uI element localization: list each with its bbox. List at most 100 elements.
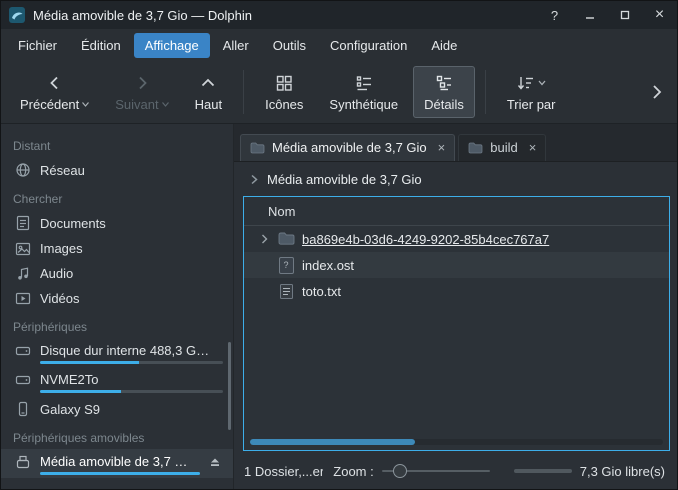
up-button[interactable]: Haut <box>184 66 233 118</box>
sort-dropdown-caret <box>538 80 546 86</box>
sidebar-item-nvme2to[interactable]: NVME2To <box>1 367 233 396</box>
sidebar-item-videos[interactable]: Vidéos <box>1 286 233 311</box>
window-body: Distant Réseau Chercher Documents Images <box>1 124 677 489</box>
maximize-icon <box>620 10 630 20</box>
chevron-right-icon <box>651 84 663 100</box>
folder-icon <box>468 142 483 154</box>
chevron-right-icon <box>250 174 258 185</box>
breadcrumb: Média amovible de 3,7 Gio <box>234 162 677 196</box>
image-icon <box>15 242 31 256</box>
menu-outils[interactable]: Outils <box>262 33 317 58</box>
file-rows: ba869e4b-03d6-4249-9202-85b4cec767a7 ? i… <box>244 226 669 450</box>
sidebar-item-media-amovible[interactable]: Média amovible de 3,7 … <box>1 449 233 478</box>
view-compact-button[interactable]: Synthétique <box>318 66 409 118</box>
eject-button[interactable] <box>209 456 223 467</box>
capacity-bar <box>40 390 223 393</box>
tab-close-button[interactable]: × <box>529 140 537 155</box>
view-icons-button[interactable]: Icônes <box>254 66 314 118</box>
minimize-icon <box>585 10 595 20</box>
forward-dropdown-caret <box>162 102 169 107</box>
horizontal-scrollbar-handle[interactable] <box>250 439 415 445</box>
hard-drive-icon <box>15 372 31 388</box>
free-space-label: 7,3 Gio libre(s) <box>580 464 665 479</box>
dolphin-app-icon[interactable] <box>9 7 25 23</box>
toolbar-separator <box>485 70 486 114</box>
details-view: Nom ba869e4b-03d6-4249-9202-85b4cec767a7 <box>243 196 670 451</box>
menu-aller[interactable]: Aller <box>212 33 260 58</box>
view-container: Nom ba869e4b-03d6-4249-9202-85b4cec767a7 <box>234 196 677 453</box>
tab-bar: Média amovible de 3,7 Gio × build × <box>234 124 677 162</box>
menu-affichage[interactable]: Affichage <box>134 33 210 58</box>
file-row-index-ost[interactable]: ? index.ost <box>244 252 669 278</box>
sidebar-item-galaxy-s9[interactable]: Galaxy S9 <box>1 396 233 422</box>
tab-label: build <box>490 140 517 155</box>
menu-configuration[interactable]: Configuration <box>319 33 418 58</box>
toolbar-overflow-button[interactable] <box>645 61 669 123</box>
back-dropdown-caret <box>82 102 89 107</box>
main-area: Média amovible de 3,7 Gio × build × Médi… <box>234 124 677 489</box>
status-bar: 1 Dossier,...ers (99 o) Zoom : 7,3 Gio l… <box>234 453 677 489</box>
sidebar-item-images[interactable]: Images <box>1 236 233 261</box>
places-panel: Distant Réseau Chercher Documents Images <box>1 124 234 489</box>
sidebar-item-audio[interactable]: Audio <box>1 261 233 286</box>
menu-aide[interactable]: Aide <box>420 33 468 58</box>
menu-fichier[interactable]: Fichier <box>7 33 68 58</box>
details-view-icon <box>435 72 453 94</box>
zoom-slider-handle[interactable] <box>393 464 407 478</box>
phone-icon <box>15 401 31 417</box>
file-row-folder[interactable]: ba869e4b-03d6-4249-9202-85b4cec767a7 <box>244 226 669 252</box>
dolphin-window: Média amovible de 3,7 Gio — Dolphin ? × … <box>0 0 678 490</box>
zoom-slider[interactable] <box>382 463 490 479</box>
sidebar-item-reseau[interactable]: Réseau <box>1 157 233 183</box>
network-icon <box>15 162 31 178</box>
toolbar: Précédent Suivant Haut <box>1 61 677 124</box>
section-header-chercher: Chercher <box>1 183 233 210</box>
forward-icon <box>133 72 151 94</box>
eject-icon <box>209 456 221 467</box>
sidebar-item-disque-dur-interne[interactable]: Disque dur interne 488,3 G… <box>1 338 233 367</box>
close-button[interactable]: × <box>646 3 673 27</box>
view-details-button[interactable]: Détails <box>413 66 475 118</box>
music-note-icon <box>15 266 31 281</box>
tab-close-button[interactable]: × <box>438 140 446 155</box>
column-header-nom[interactable]: Nom <box>244 197 669 226</box>
breadcrumb-location[interactable]: Média amovible de 3,7 Gio <box>267 172 422 187</box>
free-space-bar <box>514 469 572 473</box>
expand-arrow-icon[interactable] <box>258 234 270 244</box>
menu-edition[interactable]: Édition <box>70 33 132 58</box>
folder-icon <box>277 232 295 246</box>
sort-by-button[interactable]: Trier par <box>496 66 567 118</box>
window-title: Média amovible de 3,7 Gio — Dolphin <box>33 8 252 23</box>
toolbar-separator <box>243 70 244 114</box>
unknown-file-icon: ? <box>277 257 295 274</box>
compact-view-icon <box>355 72 373 94</box>
tab-build[interactable]: build × <box>458 134 546 161</box>
minimize-button[interactable] <box>576 3 603 27</box>
document-icon <box>15 215 31 231</box>
back-icon <box>46 72 64 94</box>
sort-icon <box>517 74 535 92</box>
sidebar-item-documents[interactable]: Documents <box>1 210 233 236</box>
zoom-label: Zoom : <box>333 464 373 479</box>
maximize-button[interactable] <box>611 3 638 27</box>
section-header-distant: Distant <box>1 130 233 157</box>
file-name: ba869e4b-03d6-4249-9202-85b4cec767a7 <box>302 232 549 247</box>
section-header-peripheriques: Périphériques <box>1 311 233 338</box>
file-name: toto.txt <box>302 284 341 299</box>
file-row-toto-txt[interactable]: toto.txt <box>244 278 669 304</box>
folder-icon <box>250 142 265 154</box>
help-button[interactable]: ? <box>541 3 568 27</box>
tab-label: Média amovible de 3,7 Gio <box>272 140 427 155</box>
capacity-bar <box>40 361 223 364</box>
tab-media-amovible[interactable]: Média amovible de 3,7 Gio × <box>240 134 455 161</box>
close-icon: × <box>655 6 664 24</box>
forward-button[interactable]: Suivant <box>104 66 179 118</box>
capacity-bar <box>40 472 200 475</box>
video-icon <box>15 292 31 305</box>
zoom-control: Zoom : <box>333 463 489 479</box>
back-button[interactable]: Précédent <box>9 66 100 118</box>
help-icon: ? <box>551 8 558 23</box>
horizontal-scrollbar[interactable] <box>250 439 663 445</box>
sidebar-scrollbar-handle[interactable] <box>228 342 231 430</box>
status-summary: 1 Dossier,...ers (99 o) <box>244 464 323 479</box>
